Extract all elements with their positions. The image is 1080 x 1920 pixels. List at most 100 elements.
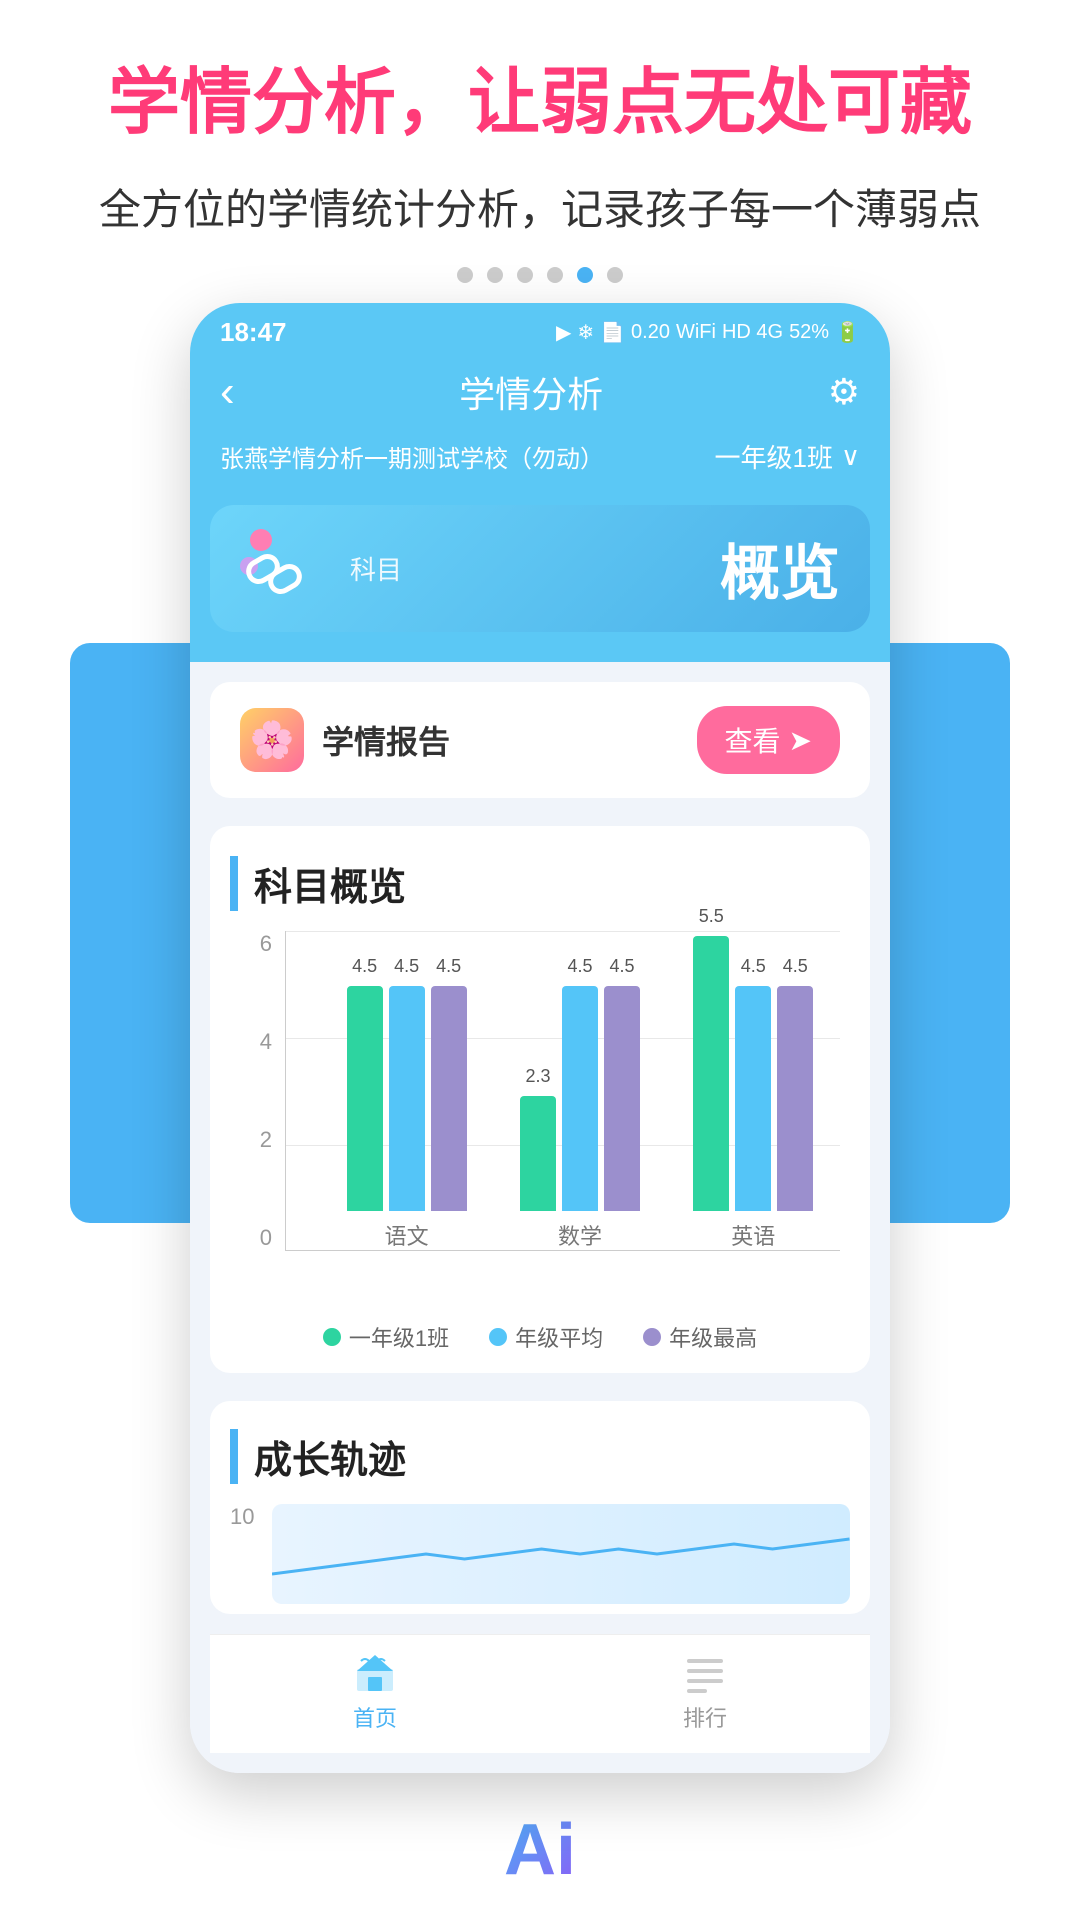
home-icon (353, 1651, 397, 1695)
growth-chart (272, 1504, 850, 1604)
bar-shuxue-blue: 4.5 (562, 986, 598, 1211)
report-label: 学情报告 (322, 717, 450, 763)
subject-label-shuxue: 数学 (558, 1219, 602, 1251)
legend-dot-avg (489, 1328, 507, 1346)
bar-yuwen-blue: 4.5 (389, 986, 425, 1211)
school-name: 张燕学情分析一期测试学校（勿动） (220, 439, 604, 474)
legend-dot-max (643, 1328, 661, 1346)
dot-3 (517, 267, 533, 283)
link-icon (240, 539, 310, 609)
bar-group-bars-yingyu: 5.5 4.5 4.5 (693, 936, 813, 1211)
chart-area: 6 4 2 0 (230, 931, 850, 1311)
bar-label-yingyu-purple: 4.5 (783, 956, 808, 977)
bar-group-bars-shuxue: 2.3 4.5 4.5 (520, 986, 640, 1211)
bar-label-yuwen-blue: 4.5 (394, 956, 419, 977)
class-name: 一年级1班 (715, 438, 833, 475)
status-time: 18:47 (220, 317, 287, 348)
subject-icon-area: 科目 (240, 529, 402, 609)
battery-text: 52% (789, 321, 829, 344)
class-selector[interactable]: 一年级1班 ∨ (715, 438, 861, 475)
nav-bar: ‹ 学情分析 ⚙ (190, 356, 890, 438)
y-axis-line (285, 931, 286, 1251)
bar-yuwen-green: 4.5 (347, 986, 383, 1211)
speed-text: 0.20 (631, 321, 670, 344)
ai-badge: Ai (504, 1809, 576, 1891)
nav-item-rank[interactable]: 排行 (683, 1651, 727, 1733)
dot-5-active (577, 267, 593, 283)
dropdown-icon: ∨ (841, 441, 860, 472)
doc-icon: 📄 (600, 320, 625, 345)
y-label-6: 6 (260, 931, 272, 957)
bar-label-shuxue-green: 2.3 (525, 1066, 550, 1087)
subject-tabs: 科目 概览 (190, 495, 890, 662)
battery-icon: 🔋 (835, 320, 860, 345)
bar-shuxue-green: 2.3 (520, 1096, 556, 1211)
subject-card[interactable]: 科目 概览 (210, 505, 870, 632)
legend-avg: 年级平均 (489, 1321, 603, 1353)
nav-label-home: 首页 (353, 1701, 397, 1733)
bottom-nav: 首页 排行 (210, 1634, 870, 1753)
chart-section-title: 科目概览 (230, 856, 850, 911)
status-icons: ▶ ❄ 📄 0.20 WiFi HD 4G 52% 🔋 (556, 320, 860, 345)
bar-label-yingyu-green: 5.5 (699, 906, 724, 927)
subject-label: 科目 (350, 550, 402, 587)
dot-1 (457, 267, 473, 283)
view-report-button[interactable]: 查看 ➤ (697, 706, 840, 774)
legend-label-max: 年级最高 (669, 1321, 757, 1353)
bar-group-bars-yuwen: 4.5 4.5 4.5 (347, 986, 467, 1211)
y-label-0: 0 (260, 1225, 272, 1251)
top-section: 学情分析，让弱点无处可藏 全方位的学情统计分析，记录孩子每一个薄弱点 (0, 0, 1080, 303)
ai-section: Ai (0, 1780, 1080, 1920)
status-bar: 18:47 ▶ ❄ 📄 0.20 WiFi HD 4G 52% 🔋 (190, 303, 890, 356)
bar-group-yingyu: 5.5 4.5 4.5 英语 (693, 936, 813, 1251)
bar-yingyu-purple: 4.5 (777, 986, 813, 1211)
bar-yingyu-blue: 4.5 (735, 986, 771, 1211)
subject-label-yingyu: 英语 (731, 1219, 775, 1251)
y-label-2: 2 (260, 1127, 272, 1153)
growth-y-max: 10 (230, 1504, 254, 1530)
circle-arrow-icon: ➤ (789, 724, 812, 757)
content-area: 🌸 学情报告 查看 ➤ 科目概览 6 (190, 662, 890, 1773)
phone-frame: 18:47 ▶ ❄ 📄 0.20 WiFi HD 4G 52% 🔋 ‹ 学情分析… (190, 303, 890, 1773)
legend-dot-class (323, 1328, 341, 1346)
rank-icon (683, 1651, 727, 1695)
y-label-4: 4 (260, 1029, 272, 1055)
report-card: 🌸 学情报告 查看 ➤ (210, 682, 870, 798)
bar-yingyu-green: 5.5 (693, 936, 729, 1211)
phone-wrapper: 18:47 ▶ ❄ 📄 0.20 WiFi HD 4G 52% 🔋 ‹ 学情分析… (190, 303, 890, 1773)
sub-title: 全方位的学情统计分析，记录孩子每一个薄弱点 (40, 176, 1040, 237)
legend-label-class: 一年级1班 (349, 1321, 449, 1353)
subject-label-yuwen: 语文 (385, 1219, 429, 1251)
chart-container: 科目概览 6 4 2 0 (210, 826, 870, 1373)
growth-title: 成长轨迹 (230, 1429, 850, 1484)
nav-icon-indicator: ▶ (556, 320, 571, 345)
subject-name: 概览 (720, 525, 840, 612)
dot-2 (487, 267, 503, 283)
flower-icon: 🌸 (240, 708, 304, 772)
bars-area: 4.5 4.5 4.5 语文 (320, 931, 840, 1251)
bar-group-yuwen: 4.5 4.5 4.5 语文 (347, 986, 467, 1251)
snowflake-icon: ❄ (577, 320, 594, 345)
dot-4 (547, 267, 563, 283)
bar-shuxue-purple: 4.5 (604, 986, 640, 1211)
bar-label-shuxue-purple: 4.5 (609, 956, 634, 977)
legend-max: 年级最高 (643, 1321, 757, 1353)
bar-label-yuwen-green: 4.5 (352, 956, 377, 977)
main-title: 学情分析，让弱点无处可藏 (40, 60, 1040, 146)
back-button[interactable]: ‹ (220, 367, 235, 417)
legend-class: 一年级1班 (323, 1321, 449, 1353)
signal-icon: HD 4G (722, 321, 783, 344)
bar-group-shuxue: 2.3 4.5 4.5 数学 (520, 986, 640, 1251)
school-bar: 张燕学情分析一期测试学校（勿动） 一年级1班 ∨ (190, 438, 890, 495)
gear-button[interactable]: ⚙ (828, 371, 860, 413)
growth-section: 成长轨迹 10 (210, 1401, 870, 1614)
bar-label-yuwen-purple: 4.5 (436, 956, 461, 977)
report-left: 🌸 学情报告 (240, 708, 450, 772)
pagination-dots (40, 237, 1040, 283)
wifi-icon: WiFi (676, 321, 716, 344)
dot-6 (607, 267, 623, 283)
page-root: 学情分析，让弱点无处可藏 全方位的学情统计分析，记录孩子每一个薄弱点 18:47… (0, 0, 1080, 1773)
legend-label-avg: 年级平均 (515, 1321, 603, 1353)
nav-item-home[interactable]: 首页 (353, 1651, 397, 1733)
nav-label-rank: 排行 (683, 1701, 727, 1733)
